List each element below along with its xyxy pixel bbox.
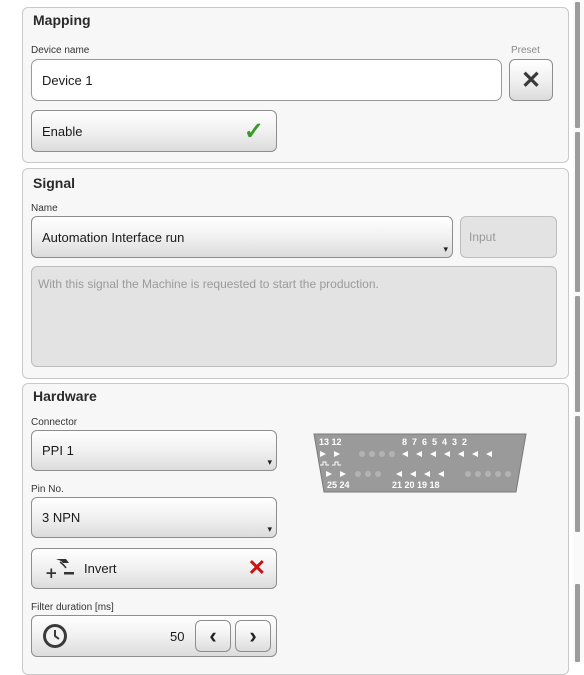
enable-label: Enable: [42, 123, 83, 139]
mapping-title: Mapping: [33, 12, 91, 28]
enable-toggle-button[interactable]: Enable ✓: [31, 110, 277, 152]
device-name-field[interactable]: Device 1: [31, 59, 502, 101]
connector-dropdown[interactable]: PPI 1 ▾: [31, 430, 277, 471]
pin-value: 3 NPN: [42, 510, 81, 525]
connector-pin-label-bottom-left: 25 24: [327, 480, 350, 490]
signal-name-value: Automation Interface run: [42, 229, 185, 245]
chevron-down-icon: ▾: [443, 244, 448, 254]
connector-label: Connector: [31, 417, 78, 428]
vertical-scrollbar[interactable]: [573, 0, 584, 664]
signal-type-value: Input: [469, 230, 496, 244]
invert-label: Invert: [84, 561, 117, 576]
invert-toggle-button[interactable]: + Invert ✕: [31, 548, 277, 589]
scrollbar-segment: [575, 132, 580, 292]
signal-title: Signal: [33, 175, 76, 191]
connector-diagram: 13 12 8 7 6 5 4 3 2 25 24 21 20 19 18: [310, 432, 530, 494]
connector-pin-label-bottom-right: 21 20 19 18: [392, 480, 440, 490]
signal-description-box: With this signal the Machine is requeste…: [31, 266, 557, 367]
signal-type-field: Input: [460, 216, 557, 258]
connector-pin-label-top-right: 8 7 6 5 4 3 2: [402, 437, 468, 447]
clock-icon: [43, 624, 67, 648]
hardware-panel: Hardware Connector PPI 1 ▾ Pin No. 3 NPN…: [22, 383, 569, 675]
scrollbar-segment: [575, 584, 580, 662]
filter-duration-label: Filter duration [ms]: [31, 602, 114, 613]
check-icon: ✓: [243, 118, 264, 145]
scrollbar-segment: [575, 2, 580, 128]
signal-name-label: Name: [31, 203, 58, 214]
invert-icon: +: [45, 558, 74, 581]
preset-label: Preset: [511, 45, 540, 56]
chevron-down-icon: ▾: [267, 524, 272, 534]
device-name-label: Device name: [31, 45, 90, 56]
filter-duration-stepper[interactable]: 50 ‹ ›: [31, 615, 277, 657]
scrollbar-segment: [575, 296, 580, 412]
signal-panel: Signal Name Automation Interface run ▾ I…: [22, 168, 569, 379]
chevron-left-icon: ‹: [209, 623, 217, 648]
signal-description-text: With this signal the Machine is requeste…: [38, 277, 379, 291]
cross-red-icon: ✕: [247, 555, 266, 580]
close-icon: ✕: [520, 66, 542, 94]
pin-label: Pin No.: [31, 484, 64, 495]
svg-text:+: +: [45, 564, 58, 581]
hardware-title: Hardware: [33, 388, 97, 404]
connector-value: PPI 1: [42, 443, 74, 458]
increment-button[interactable]: ›: [235, 620, 271, 652]
mapping-panel: Mapping Device name Preset Device 1 ✕ En…: [22, 7, 569, 163]
pin-dropdown[interactable]: 3 NPN ▾: [31, 497, 277, 538]
connector-pin-label-top-left: 13 12: [319, 437, 342, 447]
signal-name-dropdown[interactable]: Automation Interface run ▾: [31, 216, 453, 258]
decrement-button[interactable]: ‹: [195, 620, 231, 652]
chevron-right-icon: ›: [249, 623, 257, 648]
preset-clear-button[interactable]: ✕: [509, 59, 553, 101]
filter-duration-value[interactable]: 50: [170, 629, 184, 644]
chevron-down-icon: ▾: [267, 457, 272, 467]
scrollbar-segment: [575, 416, 580, 532]
